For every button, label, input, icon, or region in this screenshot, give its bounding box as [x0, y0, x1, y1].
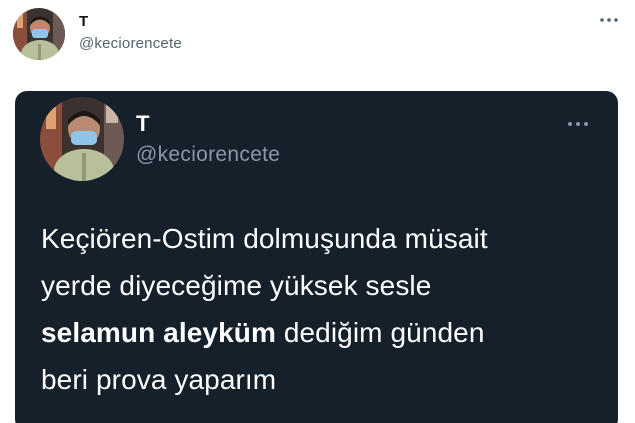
- tweet-text-line-1: Keçiören-Ostim dolmuşunda müsait: [41, 223, 488, 254]
- display-name[interactable]: T: [79, 13, 88, 30]
- tweet-text: Keçiören-Ostim dolmuşunda müsait yerde d…: [41, 215, 601, 403]
- tweet-text-line-3: selamun aleyküm dediğim günden: [41, 309, 601, 356]
- quoted-user-handle[interactable]: @keciorencete: [136, 143, 280, 167]
- quoted-tweet-card[interactable]: T @keciorencete Keçiören-Ostim dolmuşund…: [15, 91, 618, 423]
- tweet-text-line-2: yerde diyeceğime yüksek sesle: [41, 270, 432, 301]
- user-handle[interactable]: @keciorencete: [79, 35, 182, 52]
- avatar[interactable]: [13, 8, 65, 60]
- quoted-more-icon[interactable]: [565, 117, 591, 129]
- tweet-text-line-4: beri prova yaparım: [41, 364, 277, 395]
- quoted-avatar-image: [40, 97, 124, 181]
- more-icon[interactable]: [598, 12, 620, 28]
- quoted-display-name[interactable]: T: [136, 111, 149, 137]
- tweet-text-bold: selamun aleyküm: [41, 317, 276, 348]
- quoted-avatar[interactable]: [40, 97, 124, 181]
- avatar-image: [13, 8, 65, 60]
- tweet-text-line-3-rest: dediğim günden: [275, 317, 485, 348]
- tweet: T @keciorencete T @keciorencete Keçiören…: [0, 0, 635, 423]
